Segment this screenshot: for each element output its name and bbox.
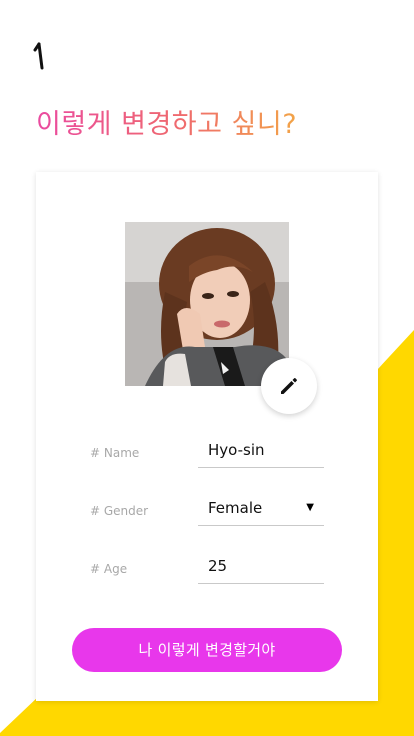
profile-edit-card: # Name Hyo-sin # Gender Female ▼ # Age 2… (36, 172, 378, 701)
age-label: # Age (90, 562, 128, 576)
gender-select[interactable]: Female ▼ (198, 496, 324, 526)
edit-photo-button[interactable] (261, 358, 317, 414)
name-label: # Name (90, 446, 140, 460)
age-value: 25 (208, 557, 228, 575)
profile-photo (125, 222, 289, 386)
chevron-down-icon: ▼ (306, 502, 314, 513)
name-input[interactable]: Hyo-sin (198, 438, 324, 468)
page-title: 이렇게 변경하고 싶니? (36, 102, 297, 141)
name-value: Hyo-sin (208, 441, 265, 459)
gender-value: Female (208, 499, 263, 517)
back-arrow-icon[interactable] (28, 36, 54, 76)
submit-button[interactable]: 나 이렇게 변경할거야 (72, 628, 342, 672)
age-input[interactable]: 25 (198, 554, 324, 584)
gender-label: # Gender (90, 504, 149, 518)
pencil-icon (281, 378, 297, 394)
